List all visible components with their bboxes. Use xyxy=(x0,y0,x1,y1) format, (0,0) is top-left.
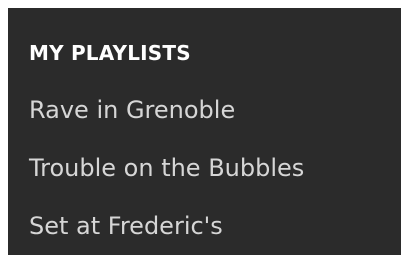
playlist-list: Rave in Grenoble Trouble on the Bubbles … xyxy=(29,96,304,270)
playlist-item-trouble-on-the-bubbles[interactable]: Trouble on the Bubbles xyxy=(29,154,304,182)
playlists-panel: MY PLAYLISTS Rave in Grenoble Trouble on… xyxy=(8,8,401,255)
playlists-header: MY PLAYLISTS xyxy=(29,41,191,65)
playlist-item-set-at-frederics[interactable]: Set at Frederic's xyxy=(29,212,304,240)
playlist-item-rave-in-grenoble[interactable]: Rave in Grenoble xyxy=(29,96,304,124)
